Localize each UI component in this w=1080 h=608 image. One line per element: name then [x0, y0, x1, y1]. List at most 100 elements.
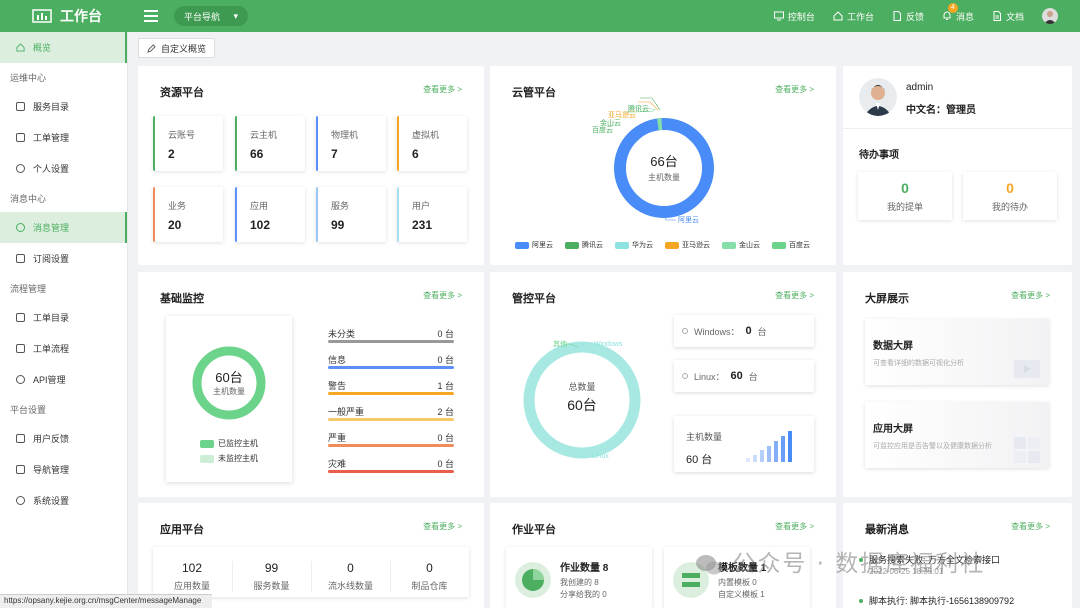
stat-physical-machines[interactable]: 物理机 7	[316, 116, 386, 171]
todo-my-tickets[interactable]: 0 我的提单	[858, 172, 952, 220]
menu-toggle-icon[interactable]	[144, 10, 158, 22]
legend-item[interactable]: 华为云	[615, 240, 653, 250]
row-label: 警告	[328, 381, 347, 391]
callout-label: 百度云	[592, 125, 613, 134]
data-big-screen[interactable]: 数据大屏 可查看详细的数据可视化分析	[865, 319, 1049, 385]
stat-users[interactable]: 用户 231	[397, 187, 467, 242]
row-label: 严重	[328, 433, 347, 443]
view-more-link[interactable]: 查看更多 >	[1011, 290, 1050, 301]
monitor-row[interactable]: 警告 1 台	[328, 379, 454, 395]
sidebar-item-ticket-management[interactable]: 工单管理	[0, 122, 127, 153]
user-card: admin 中文名：管理员 待办事项 0 我的提单 0 我的待办	[843, 66, 1072, 265]
monitor-donut-chart: 60台 主机数量	[192, 346, 266, 420]
stat-label: 云主机	[250, 130, 278, 140]
monitor-row[interactable]: 严重 0 台	[328, 431, 454, 447]
legend-item[interactable]: 亚马逊云	[665, 240, 710, 250]
job-count: 作业数量 8	[560, 563, 609, 574]
host-count-panel[interactable]: 主机数量 60 台	[674, 416, 814, 472]
folder-icon	[16, 313, 25, 322]
wechat-icon	[696, 554, 722, 574]
row-value: 0 台	[437, 433, 454, 443]
legend-label: 亚马逊云	[682, 242, 710, 249]
unit-label: 台	[757, 326, 767, 337]
monitor-row[interactable]: 信息 0 台	[328, 353, 454, 369]
customize-overview-button[interactable]: 自定义概览	[138, 38, 216, 58]
top-nav-messages[interactable]: 4 消息	[942, 2, 974, 23]
view-more-link[interactable]: 查看更多 >	[423, 521, 462, 532]
list-icon	[16, 102, 25, 111]
sidebar-item-system-settings[interactable]: 系统设置	[0, 485, 127, 516]
view-more-link[interactable]: 查看更多 >	[775, 521, 814, 532]
view-more-link[interactable]: 查看更多 >	[1011, 521, 1050, 532]
row-bar	[328, 366, 454, 369]
stat-value: 102	[250, 218, 271, 232]
stat-virtual-machines[interactable]: 虚拟机 6	[397, 116, 467, 171]
monitor-row[interactable]: 未分类 0 台	[328, 327, 454, 343]
legend-item[interactable]: 百度云	[772, 240, 810, 250]
sidebar-item-ticket-catalog[interactable]: 工单目录	[0, 302, 127, 333]
user-avatar[interactable]	[1042, 8, 1058, 24]
top-nav-label: 工作台	[846, 11, 874, 22]
stat-service-count[interactable]: 99 服务数量	[232, 561, 310, 592]
legend-unmonitored: 未监控主机	[200, 453, 258, 464]
stat-value: 2	[168, 147, 175, 161]
sidebar-item-subscription-settings[interactable]: 订阅设置	[0, 243, 127, 274]
donut-center-value: 60台	[215, 370, 242, 385]
sidebar-item-ticket-flow[interactable]: 工单流程	[0, 333, 127, 364]
app-platform-card: 应用平台 查看更多 > 102 应用数量 99 服务数量 0 流水线数量 0 制品仓库	[138, 503, 484, 608]
legend-item[interactable]: 金山云	[722, 240, 760, 250]
card-title: 应用平台	[160, 524, 204, 536]
sidebar-item-service-catalog[interactable]: 服务目录	[0, 91, 127, 122]
stat-value: 20	[168, 218, 182, 232]
sidebar-item-personal-settings[interactable]: 个人设置	[0, 153, 127, 184]
stat-value: 102	[181, 561, 203, 575]
app-big-screen[interactable]: 应用大屏 可监控应用是否告警以及健康数据分析	[865, 402, 1049, 468]
browser-status-bar: https://opsany.kejie.org.cn/msgCenter/me…	[0, 594, 212, 608]
view-more-link[interactable]: 查看更多 >	[423, 84, 462, 95]
view-more-link[interactable]: 查看更多 >	[775, 84, 814, 95]
stat-pipeline-count[interactable]: 0 流水线数量	[311, 561, 389, 592]
sidebar-item-api-management[interactable]: API管理	[0, 364, 127, 395]
app-stats-panel: 102 应用数量 99 服务数量 0 流水线数量 0 制品仓库	[153, 547, 469, 597]
news-item[interactable]: 脚本执行: 脚本执行-1656138909792	[859, 594, 1014, 607]
stat-applications[interactable]: 应用 102	[235, 187, 305, 242]
stat-cloud-hosts[interactable]: 云主机 66	[235, 116, 305, 171]
job-count-panel[interactable]: 作业数量 8 我创建的 8 分享给我的 0	[506, 547, 652, 608]
callout-label: 其他	[553, 339, 567, 348]
stat-app-count[interactable]: 102 应用数量	[153, 561, 231, 592]
todo-value: 0	[901, 180, 909, 196]
list-icon	[16, 465, 25, 474]
linux-count[interactable]: Linux： 60 台	[674, 360, 814, 392]
app-title: 工作台	[60, 8, 102, 24]
stat-artifact-repo[interactable]: 0 制品仓库	[390, 561, 468, 592]
top-nav-console[interactable]: 控制台	[773, 10, 815, 23]
card-title: 基础监控	[160, 293, 204, 305]
legend-item[interactable]: 腾讯云	[565, 240, 603, 250]
windows-count[interactable]: Windows： 0 台	[674, 315, 814, 347]
row-bar	[328, 470, 454, 473]
donut-center-label: 主机数量	[648, 172, 680, 182]
top-nav-label: 反馈	[905, 11, 924, 22]
top-nav-workbench[interactable]: 工作台	[833, 10, 874, 23]
todo-my-pending[interactable]: 0 我的待办	[963, 172, 1057, 220]
sidebar-item-label: API管理	[33, 375, 66, 385]
platform-nav-select[interactable]: 平台导航 ▾	[174, 6, 248, 26]
builtin-templates: 内置模板 0	[718, 578, 757, 587]
sidebar-item-user-feedback[interactable]: 用户反馈	[0, 423, 127, 454]
stat-cloud-accounts[interactable]: 云账号 2	[153, 116, 223, 171]
stat-services[interactable]: 服务 99	[316, 187, 386, 242]
top-nav-feedback[interactable]: 反馈	[892, 10, 924, 23]
legend-item[interactable]: 阿里云	[515, 240, 553, 250]
sidebar-item-message-management[interactable]: 消息管理	[0, 212, 127, 243]
view-more-link[interactable]: 查看更多 >	[423, 290, 462, 301]
stat-label: 云账号	[168, 130, 196, 140]
sidebar-item-overview[interactable]: 概览	[0, 32, 127, 63]
job-created-by-me: 我创建的 8	[560, 578, 599, 587]
stat-business[interactable]: 业务 20	[153, 187, 223, 242]
app-logo[interactable]: 工作台	[0, 6, 128, 26]
monitor-row[interactable]: 一般严重 2 台	[328, 405, 454, 421]
view-more-link[interactable]: 查看更多 >	[775, 290, 814, 301]
top-nav-docs[interactable]: 文档	[992, 10, 1024, 23]
sidebar-item-nav-management[interactable]: 导航管理	[0, 454, 127, 485]
monitor-row[interactable]: 灾难 0 台	[328, 457, 454, 473]
